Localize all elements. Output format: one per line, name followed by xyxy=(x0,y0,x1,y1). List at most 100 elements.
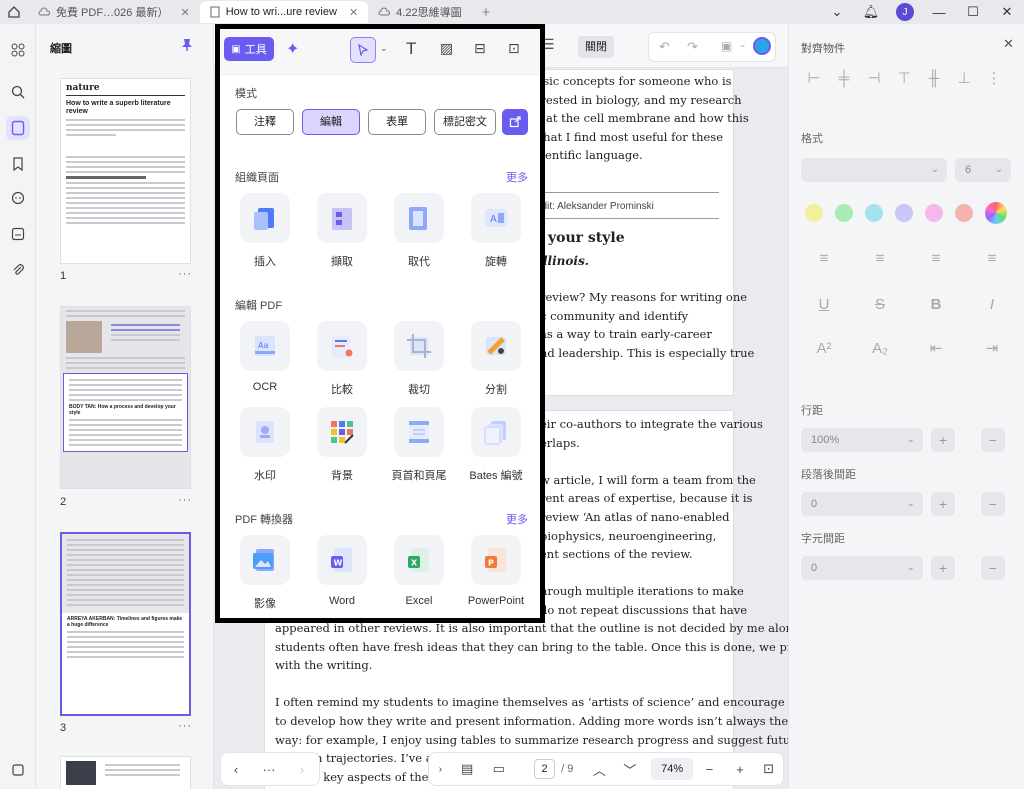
font-size-select[interactable]: 6 ⌄ xyxy=(955,158,1011,182)
color-swatch-yellow[interactable] xyxy=(805,204,823,222)
text-align-left-icon[interactable]: ≡ xyxy=(815,250,833,268)
thumbnail-page-3[interactable]: ARREYA AKERBAN: Timelines and figures ma… xyxy=(60,532,191,716)
close-icon[interactable]: ✕ xyxy=(1003,36,1014,52)
zoom-in-icon[interactable]: + xyxy=(726,762,755,777)
tab-mindmap[interactable]: 4.22思維導圖 xyxy=(368,1,471,23)
strikethrough-icon[interactable]: S xyxy=(871,296,889,314)
align-center-icon[interactable]: ╪ xyxy=(835,70,853,88)
chevron-down-icon[interactable]: ⌄ xyxy=(380,43,388,54)
search-icon[interactable] xyxy=(6,80,30,104)
thumbnails-icon[interactable] xyxy=(6,116,30,140)
tab-free-pdf[interactable]: 免費 PDF…026 最新） ✕ xyxy=(28,1,200,23)
next-icon[interactable]: › xyxy=(287,762,317,777)
select-tool-button[interactable] xyxy=(350,37,376,63)
maximize-button[interactable]: ☐ xyxy=(956,4,990,20)
slideshow-icon[interactable]: ▭ xyxy=(482,761,514,777)
paragraph-spacing-select[interactable]: 0 ⌄ xyxy=(801,492,923,516)
open-external-button[interactable] xyxy=(502,109,528,135)
layers-icon[interactable] xyxy=(6,758,30,782)
color-swatch-cyan[interactable] xyxy=(865,204,883,222)
organize-more-link[interactable]: 更多 xyxy=(506,169,528,185)
color-picker-icon[interactable] xyxy=(985,202,1007,224)
more-icon[interactable]: ··· xyxy=(178,494,192,506)
align-right-icon[interactable]: ⊣ xyxy=(865,70,883,88)
convert-excel[interactable]: X Excel xyxy=(384,535,454,607)
page-down-icon[interactable]: ﹀ xyxy=(615,760,646,779)
tool-rotate[interactable]: A 旋轉 xyxy=(461,193,531,269)
bold-icon[interactable]: B xyxy=(927,296,945,314)
text-tool-icon[interactable]: T xyxy=(406,39,416,59)
color-swatch-lavender[interactable] xyxy=(895,204,913,222)
collapse-icon[interactable]: › xyxy=(429,764,452,775)
page-up-icon[interactable]: ︿ xyxy=(584,760,615,779)
ai-sparkle-icon[interactable]: ✦ xyxy=(286,39,299,59)
mode-edit[interactable]: 編輯 xyxy=(302,109,360,135)
increase-line-spacing-button[interactable]: + xyxy=(931,428,955,452)
align-bottom-icon[interactable]: ⊥ xyxy=(955,70,973,88)
zoom-level[interactable]: 74% xyxy=(651,758,694,780)
font-family-select[interactable]: ⌄ xyxy=(801,158,947,182)
tool-background[interactable]: 背景 xyxy=(307,407,377,483)
prev-icon[interactable]: ‹ xyxy=(221,762,251,777)
mode-form[interactable]: 表單 xyxy=(368,109,426,135)
pin-icon[interactable] xyxy=(180,38,194,52)
color-swatch-red[interactable] xyxy=(955,204,973,222)
text-align-center-icon[interactable]: ≡ xyxy=(871,250,889,268)
align-middle-icon[interactable]: ╫ xyxy=(925,70,943,88)
indent-icon[interactable]: ⇥ xyxy=(983,340,1001,358)
convert-word[interactable]: W Word xyxy=(307,535,377,607)
tool-compare[interactable]: 比較 xyxy=(307,321,377,397)
mode-redact[interactable]: 標記密文 xyxy=(434,109,496,135)
tool-crop[interactable]: 裁切 xyxy=(384,321,454,397)
subscript-icon[interactable]: A₂ xyxy=(871,340,889,358)
bookmark-icon[interactable] xyxy=(6,152,30,176)
window-close-button[interactable]: ✕ xyxy=(990,4,1024,20)
decrease-character-spacing-button[interactable]: − xyxy=(981,556,1005,580)
outdent-icon[interactable]: ⇤ xyxy=(927,340,945,358)
apps-icon[interactable] xyxy=(6,38,30,62)
tab-literature-review[interactable]: How to wri...ure review ✕ xyxy=(199,1,369,23)
link-tool-icon[interactable]: ⊟ xyxy=(474,40,486,57)
increase-character-spacing-button[interactable]: + xyxy=(931,556,955,580)
more-icon[interactable]: ··· xyxy=(178,720,192,732)
character-spacing-select[interactable]: 0 ⌄ xyxy=(801,556,923,580)
close-edit-button[interactable]: 關閉 xyxy=(578,36,614,58)
home-button[interactable] xyxy=(0,0,28,24)
attachment-icon[interactable] xyxy=(6,258,30,282)
ai-assistant-icon[interactable] xyxy=(753,37,771,55)
color-swatch-green[interactable] xyxy=(835,204,853,222)
page-number-input[interactable]: 2 xyxy=(534,759,556,779)
new-tab-button[interactable]: + xyxy=(472,1,501,23)
comment-icon[interactable] xyxy=(6,186,30,210)
image-tool-icon[interactable]: ▨ xyxy=(440,40,453,57)
superscript-icon[interactable]: A² xyxy=(815,340,833,358)
form-icon[interactable] xyxy=(6,222,30,246)
tools-button[interactable]: ▣ 工具 xyxy=(224,37,274,61)
zoom-out-icon[interactable]: − xyxy=(693,762,725,777)
bell-icon[interactable]: 🔔︎ xyxy=(854,4,888,20)
thumbnail-page-2[interactable]: BODY TAN: How a process and develop your… xyxy=(60,306,191,489)
undo-icon[interactable]: ↶ xyxy=(659,39,670,55)
align-top-icon[interactable]: ⊤ xyxy=(895,70,913,88)
distribute-icon[interactable]: ⋮ xyxy=(985,70,1003,88)
thumbnail-page-4[interactable] xyxy=(60,756,191,789)
redo-icon[interactable]: ↷ xyxy=(687,39,698,55)
text-justify-icon[interactable]: ≡ xyxy=(983,250,1001,268)
tool-extract[interactable]: 擷取 xyxy=(307,193,377,269)
decrease-line-spacing-button[interactable]: − xyxy=(981,428,1005,452)
close-icon[interactable]: ✕ xyxy=(180,6,189,19)
tool-split[interactable]: 分割 xyxy=(461,321,531,397)
convert-image[interactable]: 影像 xyxy=(230,535,300,611)
more-icon[interactable]: ··· xyxy=(178,268,192,280)
italic-icon[interactable]: I xyxy=(983,296,1001,314)
tool-replace[interactable]: 取代 xyxy=(384,193,454,269)
more-icon[interactable]: ··· xyxy=(251,762,287,777)
tool-insert[interactable]: 插入 xyxy=(230,193,300,269)
underline-icon[interactable]: U xyxy=(815,296,833,314)
reading-mode-icon[interactable]: ▤ xyxy=(452,761,483,777)
decrease-paragraph-spacing-button[interactable]: − xyxy=(981,492,1005,516)
fit-page-icon[interactable]: ⊡ xyxy=(754,761,783,777)
mode-annotate[interactable]: 注釋 xyxy=(236,109,294,135)
thumbnail-page-1[interactable]: nature How to write a superb literature … xyxy=(60,78,191,264)
avatar-button[interactable]: J xyxy=(888,3,922,21)
